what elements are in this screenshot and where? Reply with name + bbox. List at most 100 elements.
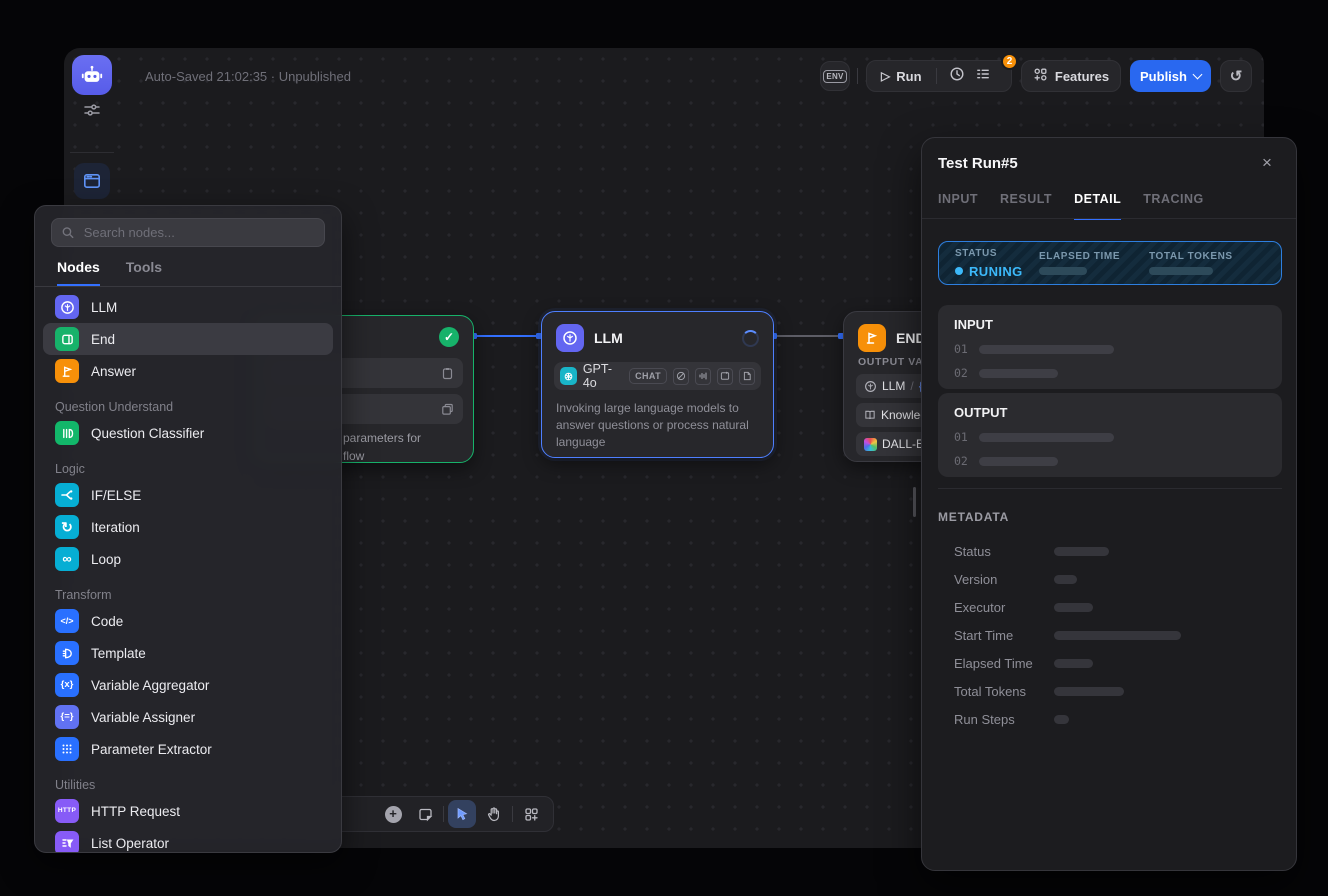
openai-icon	[560, 367, 577, 385]
pointer-tool-button[interactable]	[448, 800, 476, 828]
env-button[interactable]: ENV	[820, 61, 850, 91]
output-skeleton	[979, 457, 1058, 466]
node-section-transform: Transform	[35, 575, 341, 605]
document-capability-icon	[739, 368, 755, 385]
llm-node-icon	[556, 324, 584, 352]
node-item-llm[interactable]: LLM	[43, 291, 333, 323]
total-tokens-skeleton	[1149, 267, 1213, 275]
parameter-extractor-icon	[55, 737, 79, 761]
output-card: OUTPUT 01 02	[938, 393, 1282, 477]
tab-detail[interactable]: DETAIL	[1074, 192, 1121, 220]
test-run-tabs: INPUT RESULT DETAIL TRACING	[938, 192, 1204, 220]
window-icon	[82, 171, 102, 191]
features-icon	[1033, 67, 1048, 85]
node-item-question-classifier[interactable]: Question Classifier	[43, 417, 333, 449]
node-search-box[interactable]	[51, 218, 325, 247]
start-node-description: parameters for flow	[343, 429, 421, 465]
run-status-card: STATUS RUNING ELAPSED TIME TOTAL TOKENS	[938, 241, 1282, 285]
vision-capability-icon	[673, 368, 689, 385]
node-item-answer[interactable]: Answer	[43, 355, 333, 387]
run-group-divider	[936, 68, 937, 84]
output-title: OUTPUT	[954, 405, 1266, 420]
node-picker-panel: Nodes Tools LLM End Answer Question Unde…	[34, 205, 342, 853]
metadata-skeleton	[1054, 547, 1109, 556]
test-run-panel: Test Run#5 × INPUT RESULT DETAIL TRACING…	[921, 137, 1297, 871]
output-skeleton	[979, 433, 1114, 442]
preferences-button[interactable]	[81, 99, 103, 121]
node-item-code[interactable]: </> Code	[43, 605, 333, 637]
audio-capability-icon	[695, 368, 711, 385]
end-node-icon	[858, 324, 886, 352]
metadata-skeleton	[1054, 575, 1077, 584]
variable-aggregator-icon: {x}	[55, 673, 79, 697]
edge-start-to-llm	[474, 335, 541, 337]
issues-badge[interactable]: 2	[1001, 53, 1018, 70]
node-panel-tabs: Nodes Tools	[35, 247, 341, 287]
tab-input[interactable]: INPUT	[938, 192, 978, 220]
metadata-skeleton	[1054, 715, 1069, 724]
code-icon: </>	[55, 609, 79, 633]
add-note-button[interactable]	[411, 800, 439, 828]
version-history-button[interactable]: ↺	[1220, 60, 1252, 92]
metadata-skeleton	[1054, 687, 1124, 696]
tab-tools[interactable]: Tools	[126, 259, 162, 286]
organize-icon	[524, 807, 539, 822]
chevron-down-icon	[1193, 70, 1203, 80]
node-item-http-request[interactable]: HTTP HTTP Request	[43, 795, 333, 827]
node-list: LLM End Answer Question Understand Quest…	[35, 287, 341, 852]
env-icon: ENV	[823, 70, 846, 83]
llm-node-title: LLM	[594, 330, 623, 346]
status-value: RUNING	[955, 264, 1039, 279]
status-label: STATUS	[955, 248, 1039, 259]
run-history-icon[interactable]	[949, 66, 965, 87]
node-item-loop[interactable]: ∞ Loop	[43, 543, 333, 575]
checklist-icon[interactable]	[975, 66, 991, 87]
loop-icon: ∞	[55, 547, 79, 571]
input-skeleton	[979, 345, 1114, 354]
end-icon	[55, 327, 79, 351]
node-item-variable-assigner[interactable]: {=} Variable Assigner	[43, 701, 333, 733]
hand-tool-button[interactable]	[480, 800, 508, 828]
app-icon[interactable]	[72, 55, 112, 95]
node-item-parameter-extractor[interactable]: Parameter Extractor	[43, 733, 333, 765]
list-operator-icon	[55, 831, 79, 852]
test-run-title: Test Run#5	[938, 155, 1018, 172]
add-node-button[interactable]: +	[379, 800, 407, 828]
llm-icon	[55, 295, 79, 319]
publish-button[interactable]: Publish	[1130, 60, 1211, 92]
node-item-iteration[interactable]: ↻ Iteration	[43, 511, 333, 543]
close-icon[interactable]: ×	[1262, 153, 1272, 173]
node-item-variable-aggregator[interactable]: {x} Variable Aggregator	[43, 669, 333, 701]
run-button-group: ▷ Run 2	[866, 60, 1012, 92]
node-item-list-operator[interactable]: List Operator	[43, 827, 333, 852]
features-button[interactable]: Features	[1021, 60, 1121, 92]
plus-icon: +	[385, 806, 402, 823]
tab-nodes[interactable]: Nodes	[57, 259, 100, 286]
node-search-input[interactable]	[82, 224, 315, 241]
history-icon: ↺	[1230, 67, 1243, 85]
node-item-template[interactable]: Template	[43, 637, 333, 669]
preview-window-button[interactable]	[74, 163, 110, 199]
node-section-utilities: Utilities	[35, 765, 341, 795]
model-selector[interactable]: GPT-4o CHAT	[554, 362, 761, 390]
llm-node[interactable]: LLM GPT-4o CHAT Invoking large language …	[541, 311, 774, 458]
metadata-skeleton	[1054, 659, 1093, 668]
question-classifier-icon	[55, 421, 79, 445]
tabs-divider	[922, 218, 1296, 219]
node-item-ifelse[interactable]: IF/ELSE	[43, 479, 333, 511]
tab-result[interactable]: RESULT	[1000, 192, 1052, 220]
copy-icon	[441, 403, 454, 416]
organize-nodes-button[interactable]	[517, 800, 545, 828]
dalle-icon	[864, 438, 877, 451]
knowledge-icon	[864, 409, 876, 421]
running-spinner-icon	[742, 330, 759, 347]
run-button[interactable]: ▷ Run	[867, 69, 936, 84]
edge-llm-to-end	[774, 335, 843, 337]
toolbar-divider	[443, 806, 444, 822]
panel-resize-handle[interactable]	[913, 487, 916, 517]
node-item-end[interactable]: End	[43, 323, 333, 355]
node-section-logic: Logic	[35, 449, 341, 479]
model-name: GPT-4o	[583, 362, 623, 390]
total-tokens-label: TOTAL TOKENS	[1149, 251, 1233, 262]
tab-tracing[interactable]: TRACING	[1143, 192, 1203, 220]
